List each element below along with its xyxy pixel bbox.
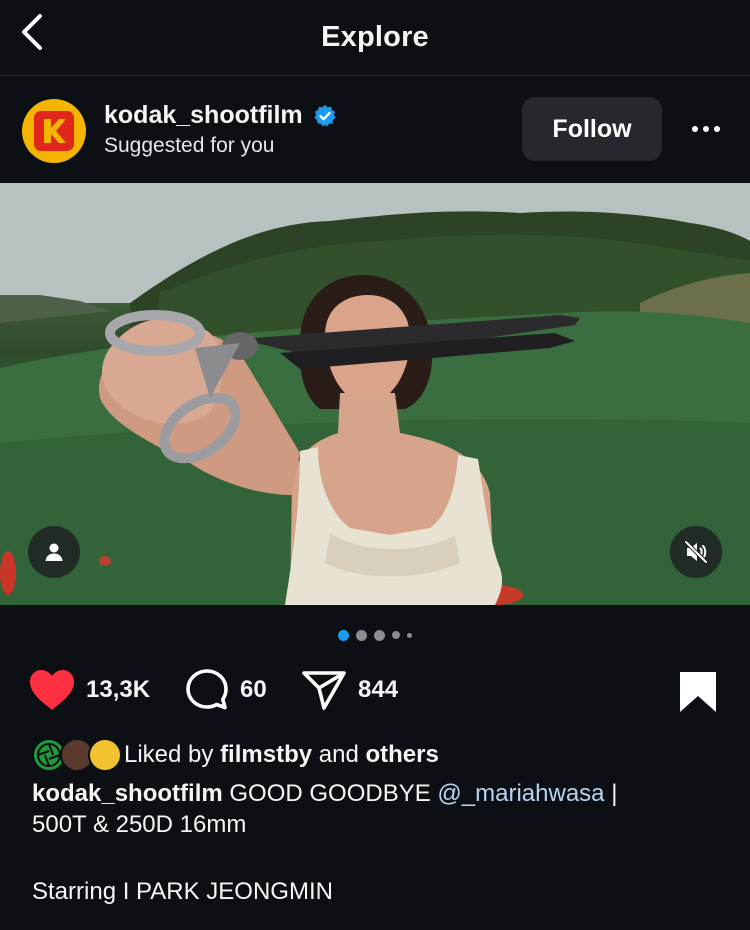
- chevron-left-icon: [22, 14, 42, 50]
- caption-separator: |: [611, 780, 618, 807]
- comment-button[interactable]: 60: [184, 662, 267, 718]
- caption: kodak_shootfilm GOOD GOODBYE @_mariahwas…: [32, 778, 722, 840]
- verified-badge-icon: [314, 104, 336, 126]
- back-button[interactable]: [14, 10, 50, 54]
- likes-others-link[interactable]: others: [365, 741, 438, 768]
- more-dot-icon: [703, 126, 709, 132]
- liker-username[interactable]: filmstby: [220, 741, 312, 768]
- carousel-dot: [407, 632, 412, 638]
- like-button[interactable]: 13,3K: [28, 662, 150, 718]
- comment-icon: [186, 669, 228, 710]
- share-button[interactable]: 844: [300, 662, 398, 718]
- tagged-people-button[interactable]: [28, 526, 80, 578]
- caption-text: GOOD GOODBYE: [229, 780, 431, 807]
- carousel-dot: [392, 631, 400, 639]
- heart-filled-icon: [30, 670, 74, 710]
- caption-mention[interactable]: @_mariahwasa: [437, 780, 604, 807]
- carousel-dot: [374, 629, 385, 641]
- liker-avatar: [88, 738, 122, 772]
- top-bar: Explore: [0, 0, 750, 76]
- comment-count: 60: [240, 676, 267, 703]
- like-count: 13,3K: [86, 676, 151, 703]
- post-header: kodak_shootfilm Suggested for you Follow: [0, 77, 750, 183]
- carousel-dot-active: [338, 629, 349, 641]
- person-icon: [45, 543, 63, 561]
- follow-button[interactable]: Follow: [522, 97, 662, 161]
- post-photo: [0, 183, 750, 605]
- likes-summary[interactable]: Liked by filmstby and others: [32, 736, 439, 774]
- caption-line-2: 500T & 250D 16mm: [32, 811, 247, 838]
- kodak-logo-icon: [34, 111, 74, 151]
- post-media[interactable]: [0, 183, 750, 605]
- carousel-indicator: [0, 628, 750, 642]
- username-row: kodak_shootfilm: [104, 101, 337, 130]
- more-dot-icon: [692, 126, 698, 132]
- more-dot-icon: [714, 126, 720, 132]
- page-title: Explore: [321, 21, 429, 53]
- paper-plane-icon: [302, 671, 346, 710]
- likes-text: Liked by filmstby and others: [124, 741, 439, 768]
- carousel-dot: [356, 629, 367, 641]
- more-options-button[interactable]: [684, 113, 728, 145]
- bookmark-filled-icon: [680, 672, 716, 712]
- caption-line-3: Starring I PARK JEONGMIN: [32, 878, 333, 905]
- share-count: 844: [358, 676, 399, 703]
- liker-avatars: [32, 736, 124, 774]
- caption-username[interactable]: kodak_shootfilm: [32, 780, 223, 807]
- post-username[interactable]: kodak_shootfilm: [104, 101, 303, 130]
- avatar[interactable]: [22, 99, 86, 163]
- suggested-label: Suggested for you: [104, 134, 275, 157]
- post-actions: 13,3K 60 844: [0, 662, 750, 718]
- mute-button[interactable]: [670, 526, 722, 578]
- save-button[interactable]: [676, 670, 720, 714]
- speaker-muted-icon: [684, 540, 708, 564]
